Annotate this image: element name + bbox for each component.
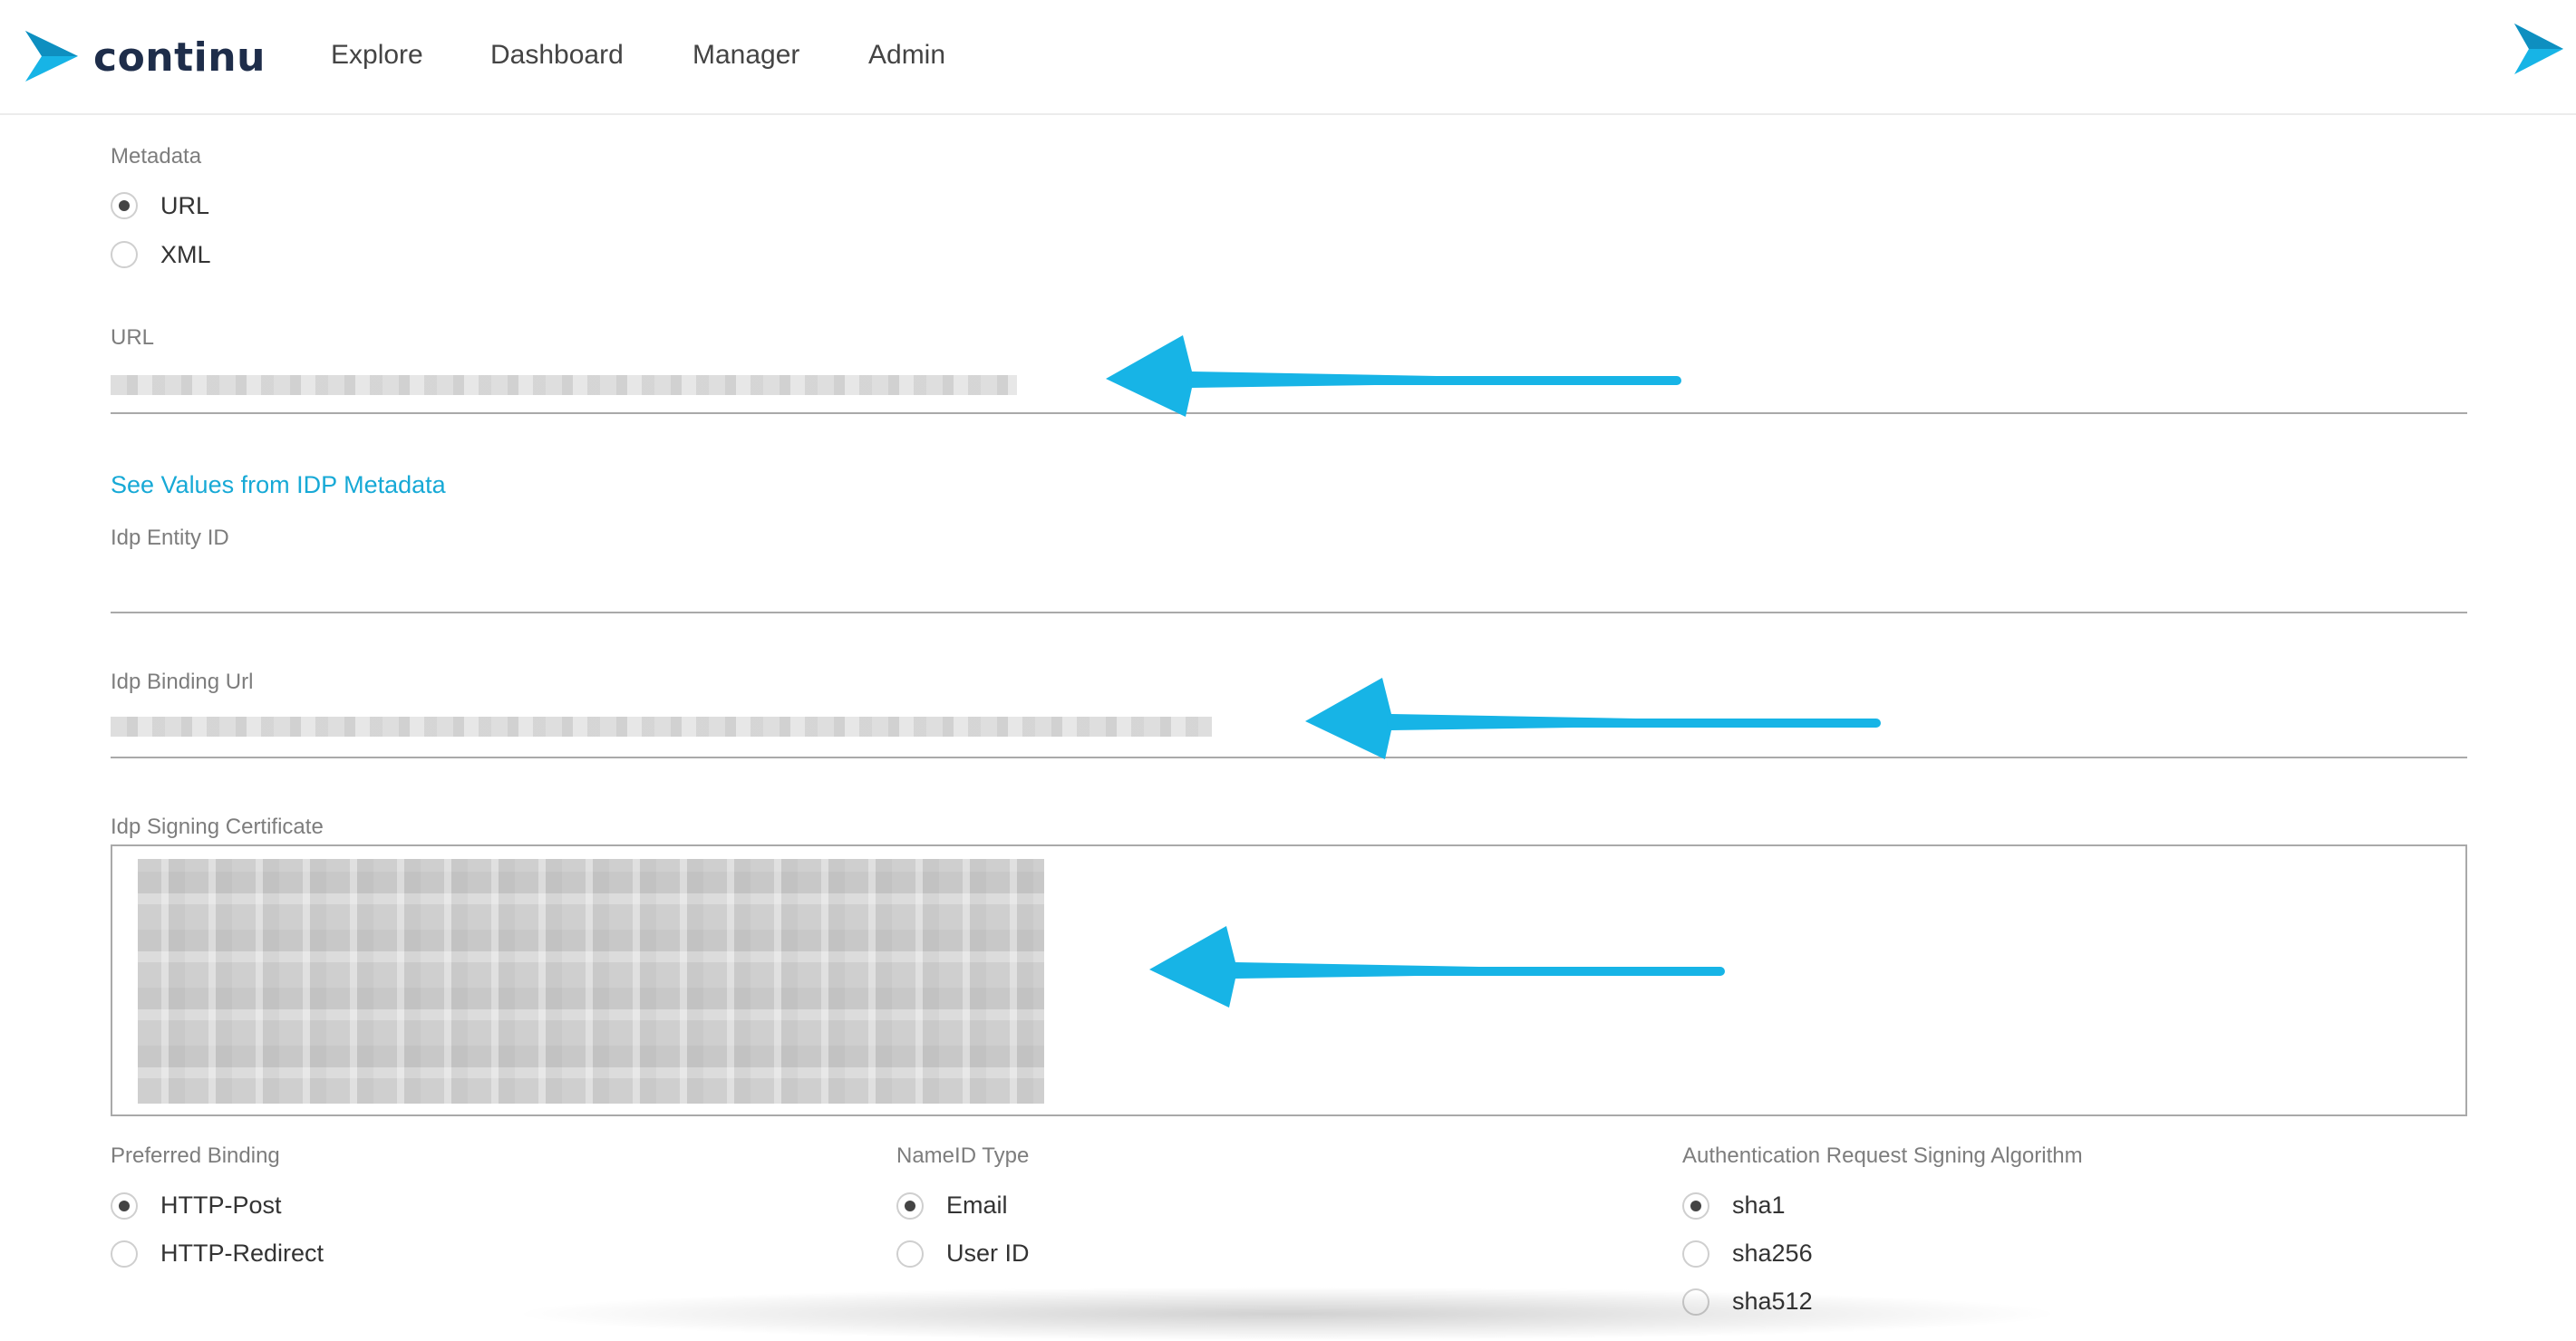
annotation-arrow-icon bbox=[1149, 926, 1725, 1008]
continu-logo-icon[interactable] bbox=[25, 31, 78, 82]
algorithm-sha1-label[interactable]: sha1 bbox=[1732, 1191, 1786, 1220]
annotation-arrow-icon bbox=[1106, 335, 1681, 417]
see-values-link[interactable]: See Values from IDP Metadata bbox=[111, 471, 446, 499]
metadata-xml-label[interactable]: XML bbox=[160, 241, 211, 269]
algorithm-sha256-radio[interactable] bbox=[1682, 1240, 1709, 1268]
idp-binding-url-underline bbox=[111, 757, 2467, 758]
nameid-user-id-label[interactable]: User ID bbox=[946, 1240, 1030, 1268]
metadata-url-label[interactable]: URL bbox=[160, 192, 209, 220]
url-label: URL bbox=[111, 325, 155, 350]
idp-binding-url-label: Idp Binding Url bbox=[111, 670, 254, 694]
continu-mark-icon[interactable] bbox=[2514, 24, 2563, 74]
annotation-arrow-icon bbox=[1305, 678, 1881, 759]
top-navigation-bar: continu Explore Dashboard Manager Admin bbox=[0, 0, 2576, 115]
algorithm-sha1-radio[interactable] bbox=[1682, 1192, 1709, 1220]
brand-name[interactable]: continu bbox=[93, 34, 266, 81]
nameid-email-radio[interactable] bbox=[896, 1192, 924, 1220]
nameid-user-id-radio[interactable] bbox=[896, 1240, 924, 1268]
nameid-email-label[interactable]: Email bbox=[946, 1191, 1008, 1220]
certificate-value-redacted bbox=[138, 859, 1044, 1104]
nav-manager[interactable]: Manager bbox=[692, 40, 799, 71]
metadata-label: Metadata bbox=[111, 144, 202, 169]
metadata-url-radio[interactable] bbox=[111, 192, 138, 219]
idp-signing-certificate-label: Idp Signing Certificate bbox=[111, 815, 324, 839]
nav-dashboard[interactable]: Dashboard bbox=[490, 40, 624, 71]
nav-explore[interactable]: Explore bbox=[331, 40, 423, 71]
preferred-binding-label: Preferred Binding bbox=[111, 1143, 280, 1168]
idp-entity-id-input[interactable] bbox=[111, 612, 2467, 613]
nameid-type-label: NameID Type bbox=[896, 1143, 1030, 1168]
idp-binding-url-value-redacted[interactable] bbox=[111, 717, 1212, 737]
metadata-xml-radio[interactable] bbox=[111, 241, 138, 268]
binding-http-redirect-radio[interactable] bbox=[111, 1240, 138, 1268]
algorithm-sha256-label[interactable]: sha256 bbox=[1732, 1240, 1813, 1268]
binding-http-post-label[interactable]: HTTP-Post bbox=[160, 1191, 282, 1220]
idp-entity-id-label: Idp Entity ID bbox=[111, 526, 229, 550]
binding-http-post-radio[interactable] bbox=[111, 1192, 138, 1220]
bottom-shadow bbox=[508, 1287, 2067, 1341]
url-input-value-redacted[interactable] bbox=[111, 375, 1017, 395]
nav-admin[interactable]: Admin bbox=[868, 40, 945, 71]
binding-http-redirect-label[interactable]: HTTP-Redirect bbox=[160, 1240, 324, 1268]
signing-algorithm-label: Authentication Request Signing Algorithm bbox=[1682, 1143, 2083, 1168]
